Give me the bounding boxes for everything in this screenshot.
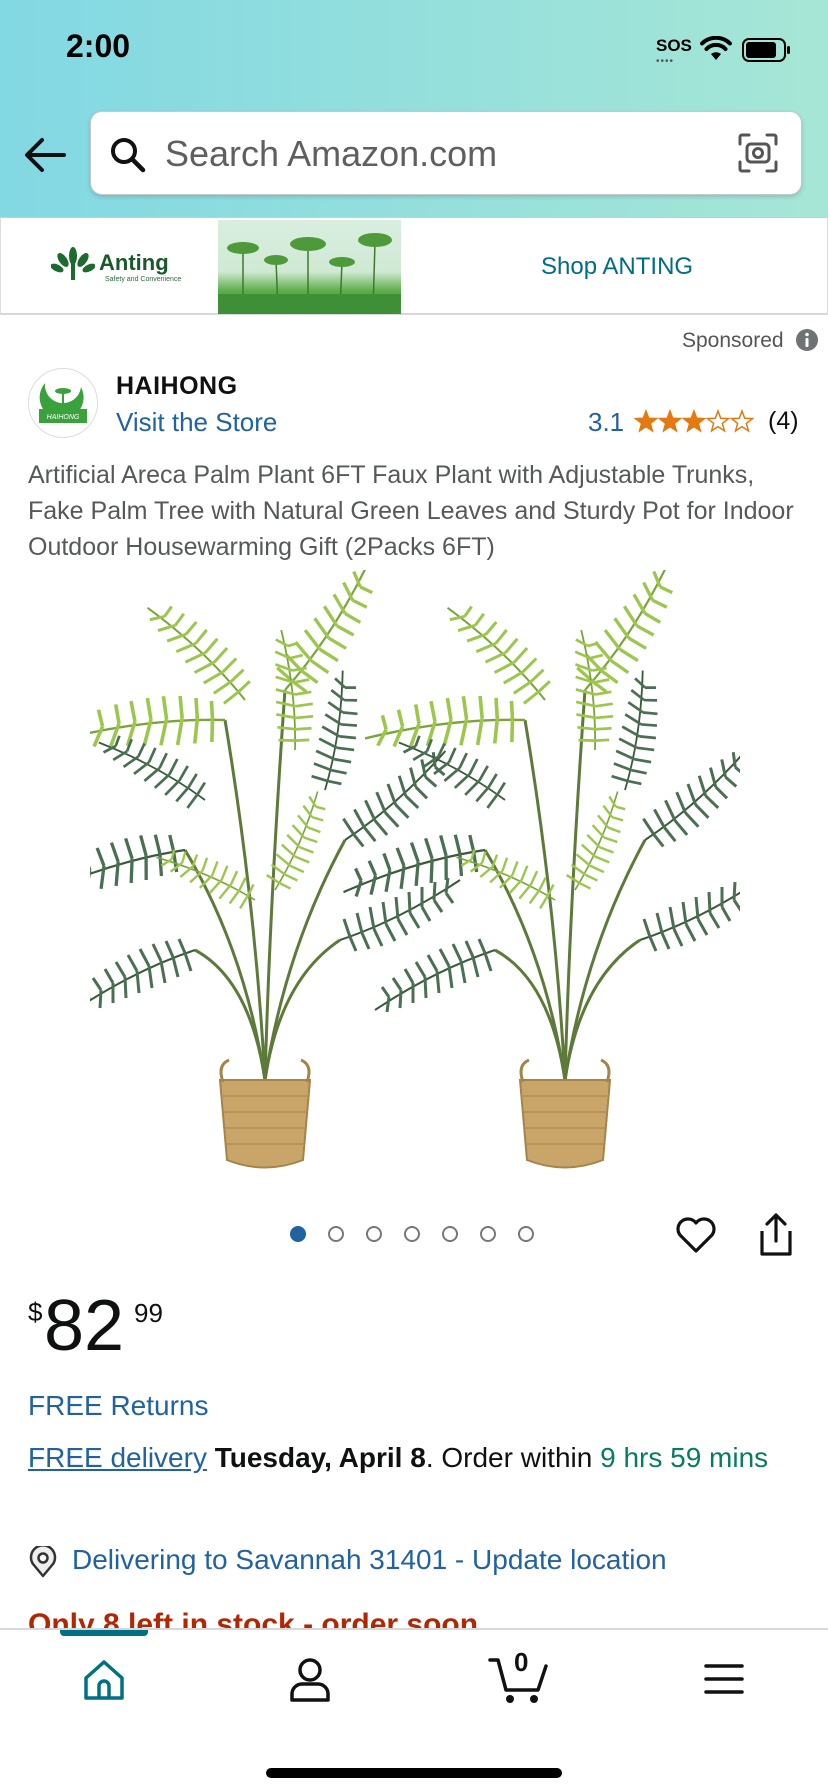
bottom-navigation: 0 [0, 1628, 828, 1792]
delivery-info: FREE delivery Tuesday, April 8. Order wi… [28, 1438, 798, 1478]
shop-brand-link[interactable]: Shop ANTING [541, 253, 693, 281]
account-icon[interactable] [288, 1656, 332, 1704]
status-time: 2:00 [66, 28, 131, 64]
rating-value[interactable]: 3.1 [588, 407, 624, 438]
anting-brand-name: Anting [99, 250, 169, 275]
haihong-logo-icon: HAIHONG [39, 383, 87, 423]
delivery-countdown: 9 hrs 59 mins [600, 1442, 769, 1473]
anting-logo-icon [51, 247, 95, 280]
star-rating[interactable] [634, 409, 754, 435]
star-icon [681, 409, 707, 433]
visit-store-link[interactable]: Visit the Store [116, 407, 277, 438]
anting-tagline: Safety and Convenience [105, 276, 182, 283]
location-pin-icon [29, 1546, 57, 1578]
share-icon[interactable] [758, 1213, 794, 1257]
search-input[interactable] [163, 128, 707, 180]
product-image[interactable] [90, 570, 740, 1170]
rating-count[interactable]: (4) [768, 407, 799, 436]
battery-icon [742, 38, 790, 62]
star-icon [705, 409, 731, 433]
price-whole: 82 [44, 1286, 125, 1366]
price-fraction: 99 [134, 1298, 163, 1328]
sos-indicator: SOS [656, 36, 692, 55]
search-bar[interactable] [90, 111, 802, 195]
menu-icon[interactable] [704, 1662, 744, 1696]
haihong-logo-text: HAIHONG [47, 414, 80, 421]
home-icon[interactable] [80, 1656, 128, 1704]
carousel-dot[interactable] [366, 1226, 382, 1242]
search-icon [111, 138, 146, 173]
free-delivery-link[interactable]: FREE delivery [28, 1442, 207, 1473]
star-icon [729, 409, 754, 433]
info-icon[interactable] [795, 328, 819, 352]
brand-name: HAIHONG [116, 372, 238, 400]
wifi-icon [700, 36, 732, 60]
signal-dots-icon: •••• [656, 56, 675, 67]
cart-count: 0 [514, 1647, 529, 1677]
carousel-dot[interactable] [328, 1226, 344, 1242]
camera-icon[interactable] [737, 132, 779, 174]
header: 2:00 SOS •••• [0, 0, 828, 217]
delivery-date: Tuesday, April 8 [214, 1442, 426, 1473]
image-carousel-dots[interactable] [290, 1226, 550, 1246]
star-icon [657, 409, 683, 433]
palm-plants-illustration [90, 570, 740, 1170]
heart-icon[interactable] [675, 1215, 717, 1255]
order-within-text: . Order within [425, 1442, 601, 1473]
delivery-location-link[interactable]: Delivering to Savannah 31401 - Update lo… [72, 1544, 667, 1576]
star-icon [634, 409, 659, 433]
carousel-dot[interactable] [404, 1226, 420, 1242]
stock-status: Only 8 left in stock - order soon. [28, 1608, 487, 1628]
home-indicator [266, 1768, 562, 1778]
price-currency-symbol: $ [28, 1297, 43, 1327]
banner-product-image[interactable] [218, 220, 401, 314]
sponsored-label: Sponsored [682, 329, 784, 352]
brand-logo[interactable]: HAIHONG [28, 368, 98, 438]
active-tab-indicator [60, 1630, 148, 1636]
carousel-dot[interactable] [442, 1226, 458, 1242]
back-arrow-icon[interactable] [22, 135, 68, 175]
palm-trees-thumbnail [218, 233, 401, 314]
carousel-dot[interactable] [290, 1226, 306, 1242]
carousel-dot[interactable] [480, 1226, 496, 1242]
free-returns-link[interactable]: FREE Returns [28, 1390, 209, 1422]
sponsored-brand-banner[interactable]: Anting Safety and Convenience [0, 217, 828, 315]
product-title: Artificial Areca Palm Plant 6FT Faux Pla… [28, 461, 794, 561]
carousel-dot[interactable] [518, 1226, 534, 1242]
